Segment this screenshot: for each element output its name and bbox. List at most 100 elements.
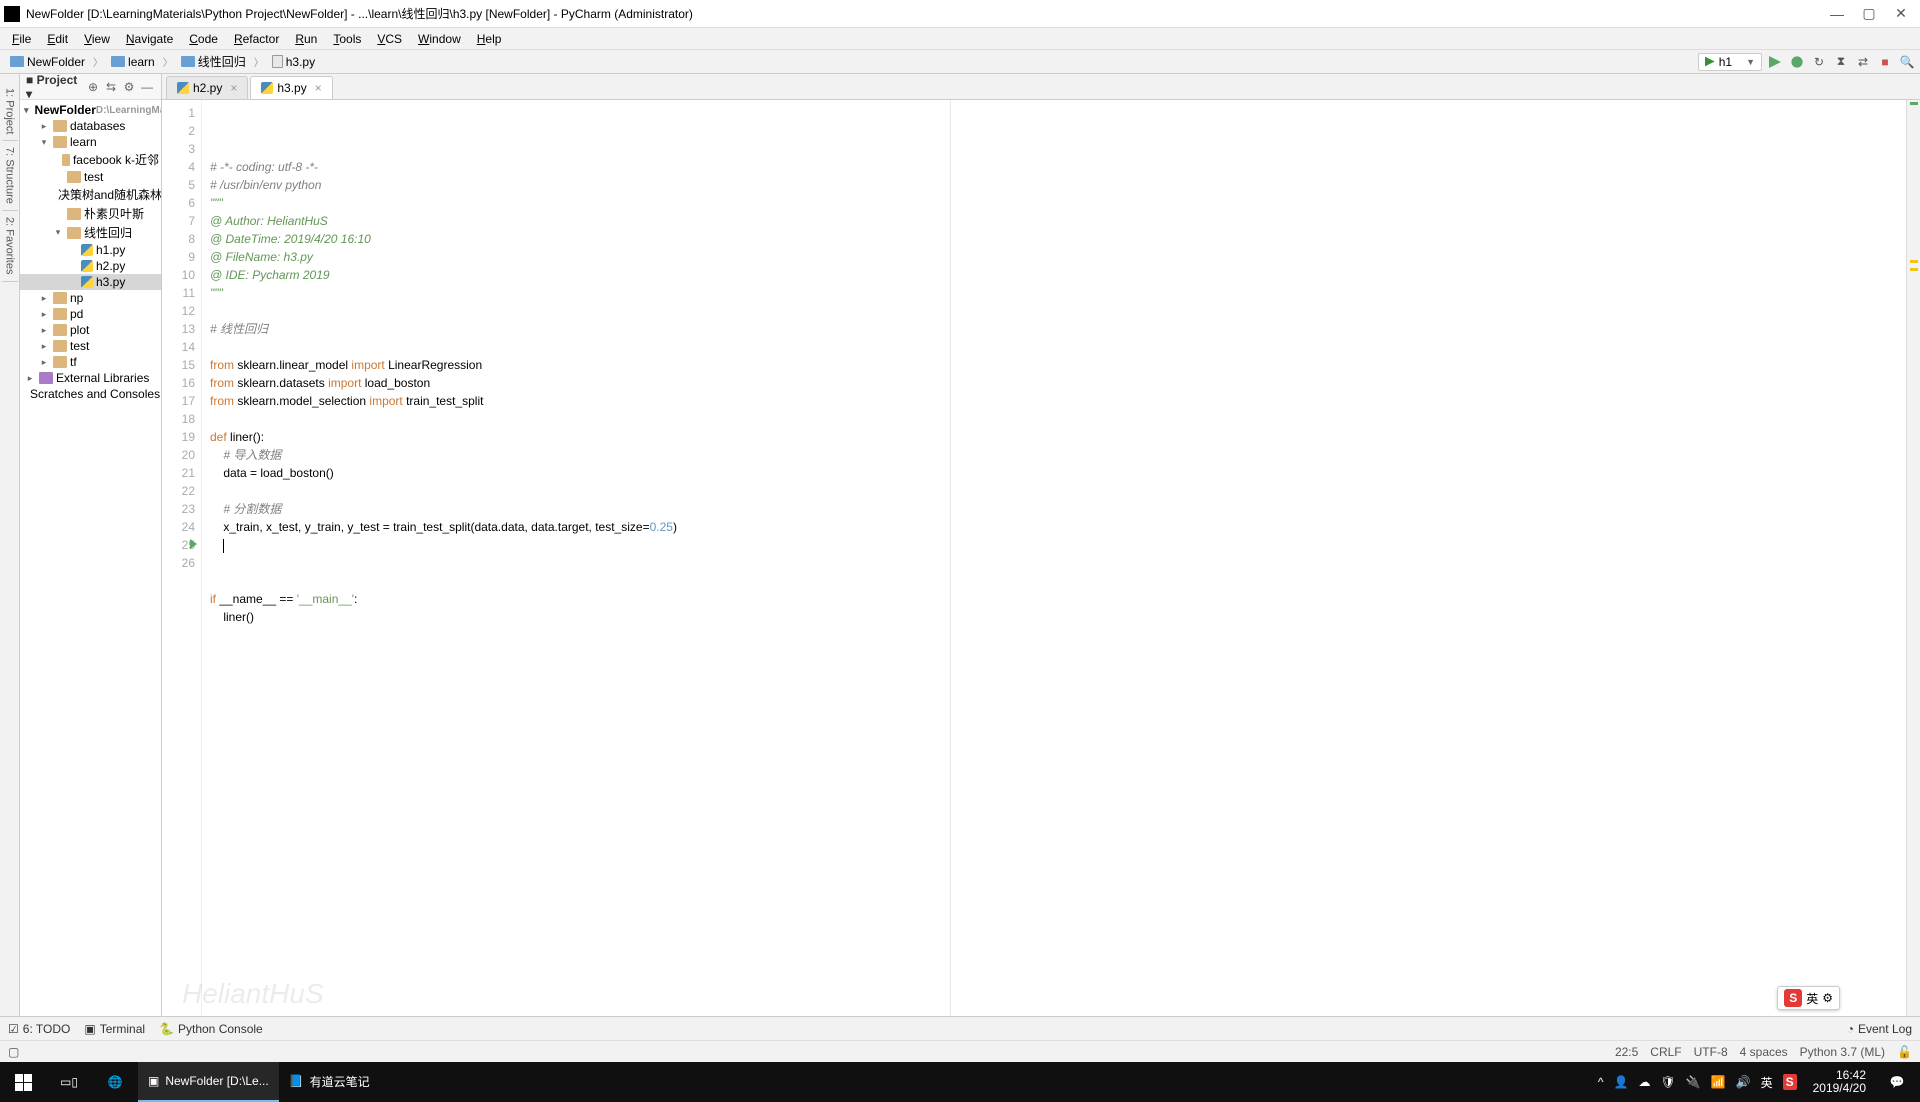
- tree-toggle-icon[interactable]: ▾: [38, 137, 50, 148]
- breadcrumb-item[interactable]: h3.py: [266, 53, 321, 71]
- tree-node[interactable]: facebook k-近邻: [20, 150, 161, 169]
- menu-refactor[interactable]: Refactor: [226, 30, 287, 48]
- tree-node[interactable]: 决策树and随机森林: [20, 185, 161, 204]
- line-number[interactable]: 8: [162, 230, 195, 248]
- code-line[interactable]: """: [210, 194, 1906, 212]
- taskbar-clock[interactable]: 16:42 2019/4/20: [1805, 1069, 1874, 1095]
- menu-vcs[interactable]: VCS: [369, 30, 410, 48]
- tree-node[interactable]: h3.py: [20, 274, 161, 290]
- select-opened-file-button[interactable]: ⊕: [85, 79, 101, 95]
- tray-people-icon[interactable]: 👤: [1614, 1075, 1629, 1089]
- pycharm-app[interactable]: ▣ NewFolder [D:\Le...: [138, 1062, 279, 1102]
- line-number[interactable]: 13: [162, 320, 195, 338]
- warning-marker[interactable]: [1910, 268, 1918, 271]
- code-line[interactable]: # -*- coding: utf-8 -*-: [210, 158, 1906, 176]
- tree-toggle-icon[interactable]: ▸: [38, 121, 50, 132]
- code-line[interactable]: @ IDE: Pycharm 2019: [210, 266, 1906, 284]
- line-number[interactable]: 5: [162, 176, 195, 194]
- line-gutter[interactable]: 1234567891011121314151617181920212223242…: [162, 100, 202, 1016]
- ime-settings-icon[interactable]: ⚙: [1822, 991, 1833, 1005]
- line-number[interactable]: 17: [162, 392, 195, 410]
- maximize-button[interactable]: ▢: [1862, 7, 1876, 21]
- tray-onedrive-icon[interactable]: ☁: [1638, 1075, 1650, 1089]
- tray-chevron-icon[interactable]: ^: [1598, 1075, 1604, 1089]
- menu-edit[interactable]: Edit: [39, 30, 76, 48]
- code-line[interactable]: @ FileName: h3.py: [210, 248, 1906, 266]
- tree-node[interactable]: ▸plot: [20, 322, 161, 338]
- tree-toggle-icon[interactable]: ▾: [24, 105, 29, 116]
- python-console-tool-tab[interactable]: 🐍 Python Console: [159, 1022, 263, 1036]
- breadcrumb-item[interactable]: learn: [105, 53, 161, 71]
- line-number[interactable]: 9: [162, 248, 195, 266]
- line-number[interactable]: 22: [162, 482, 195, 500]
- line-number[interactable]: 4: [162, 158, 195, 176]
- code-line[interactable]: liner(): [210, 608, 1906, 626]
- tree-toggle-icon[interactable]: ▸: [38, 293, 50, 304]
- attach-button[interactable]: ⇄: [1854, 53, 1872, 71]
- tree-node[interactable]: ▾线性回归: [20, 223, 161, 242]
- line-number[interactable]: 16: [162, 374, 195, 392]
- code-line[interactable]: [210, 536, 1906, 554]
- structure-tool-tab[interactable]: 7: Structure: [2, 141, 18, 211]
- line-number[interactable]: 21: [162, 464, 195, 482]
- ime-toolbar[interactable]: S 英 ⚙: [1777, 986, 1840, 1010]
- tree-toggle-icon[interactable]: ▸: [38, 325, 50, 336]
- tree-toggle-icon[interactable]: ▾: [52, 227, 64, 238]
- action-center-button[interactable]: 💬: [1874, 1062, 1920, 1102]
- code-line[interactable]: [210, 554, 1906, 572]
- editor-tab[interactable]: h3.py×: [250, 76, 332, 99]
- line-number[interactable]: 7: [162, 212, 195, 230]
- menu-help[interactable]: Help: [469, 30, 510, 48]
- tree-node[interactable]: ▸tf: [20, 354, 161, 370]
- line-number[interactable]: 19: [162, 428, 195, 446]
- tree-node[interactable]: ▸pd: [20, 306, 161, 322]
- breadcrumb-item[interactable]: 线性回归: [175, 51, 252, 72]
- tray-volume-icon[interactable]: 🔊: [1736, 1075, 1751, 1089]
- tree-node[interactable]: ▾learn: [20, 134, 161, 150]
- tree-node[interactable]: h1.py: [20, 242, 161, 258]
- menu-code[interactable]: Code: [181, 30, 226, 48]
- tree-node[interactable]: test: [20, 169, 161, 185]
- settings-button[interactable]: ⚙: [121, 79, 137, 95]
- tree-toggle-icon[interactable]: ▸: [38, 341, 50, 352]
- line-number[interactable]: 2: [162, 122, 195, 140]
- code-line[interactable]: # 分割数据: [210, 500, 1906, 518]
- ime-mode[interactable]: 英: [1806, 990, 1818, 1007]
- line-number[interactable]: 11: [162, 284, 195, 302]
- code-editor[interactable]: # -*- coding: utf-8 -*-# /usr/bin/env py…: [202, 100, 1906, 1016]
- tray-shield-icon[interactable]: 🛡: [1660, 1075, 1675, 1089]
- minimize-button[interactable]: —: [1830, 7, 1844, 21]
- tree-toggle-icon[interactable]: ▸: [24, 373, 36, 384]
- tree-node[interactable]: ▸databases: [20, 118, 161, 134]
- code-line[interactable]: [210, 572, 1906, 590]
- line-number[interactable]: 14: [162, 338, 195, 356]
- run-with-coverage-button[interactable]: ↻: [1810, 53, 1828, 71]
- youdao-app[interactable]: 📘 有道云笔记: [279, 1062, 380, 1102]
- close-button[interactable]: ✕: [1894, 7, 1908, 21]
- profile-button[interactable]: ⧗: [1832, 53, 1850, 71]
- line-number[interactable]: 18: [162, 410, 195, 428]
- search-everywhere-button[interactable]: 🔍: [1898, 53, 1916, 71]
- error-stripe[interactable]: [1906, 100, 1920, 1016]
- menu-run[interactable]: Run: [287, 30, 325, 48]
- warning-marker[interactable]: [1910, 260, 1918, 263]
- line-number[interactable]: 23: [162, 500, 195, 518]
- line-number[interactable]: 6: [162, 194, 195, 212]
- terminal-tool-tab[interactable]: ▣ Terminal: [84, 1022, 145, 1036]
- task-view-button[interactable]: ▭▯: [46, 1062, 92, 1102]
- caret-position[interactable]: 22:5: [1615, 1045, 1638, 1059]
- tree-node[interactable]: Scratches and Consoles: [20, 386, 161, 402]
- breadcrumb-item[interactable]: NewFolder: [4, 53, 91, 71]
- editor-tab[interactable]: h2.py×: [166, 76, 248, 99]
- tray-power-icon[interactable]: 🔌: [1686, 1075, 1701, 1089]
- code-line[interactable]: from sklearn.model_selection import trai…: [210, 392, 1906, 410]
- close-tab-icon[interactable]: ×: [315, 81, 322, 95]
- line-separator[interactable]: CRLF: [1650, 1045, 1681, 1059]
- code-line[interactable]: from sklearn.datasets import load_boston: [210, 374, 1906, 392]
- line-number[interactable]: 3: [162, 140, 195, 158]
- start-button[interactable]: [0, 1062, 46, 1102]
- close-tab-icon[interactable]: ×: [230, 81, 237, 95]
- code-line[interactable]: """: [210, 284, 1906, 302]
- code-line[interactable]: [210, 482, 1906, 500]
- tree-node[interactable]: h2.py: [20, 258, 161, 274]
